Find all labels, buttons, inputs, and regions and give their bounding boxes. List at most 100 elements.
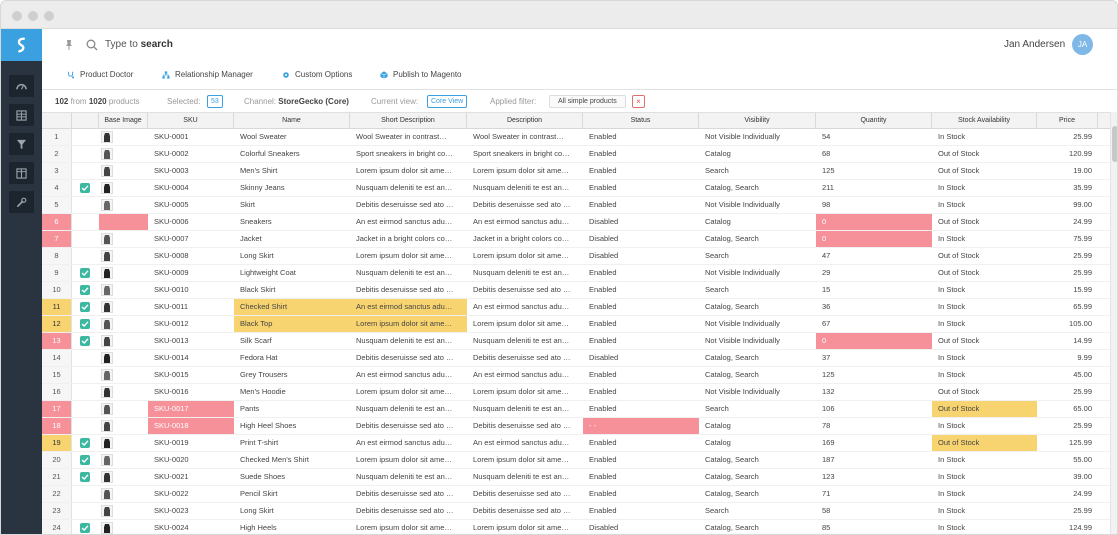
- stock-cell[interactable]: Out of Stock: [932, 214, 1037, 230]
- desc-cell[interactable]: Nusquam deleniti te est an…: [467, 469, 583, 485]
- vis-cell[interactable]: Search: [699, 282, 816, 298]
- column-header-stock[interactable]: Stock Availability: [932, 113, 1037, 129]
- channel-info[interactable]: Channel: StoreGecko (Core): [244, 97, 349, 106]
- vis-cell[interactable]: Catalog, Search: [699, 367, 816, 383]
- qty-cell[interactable]: 98: [816, 197, 932, 213]
- desc-cell[interactable]: Debitis deseruisse sed ato …: [467, 418, 583, 434]
- vis-cell[interactable]: Search: [699, 163, 816, 179]
- price-cell[interactable]: 14.99: [1037, 333, 1098, 349]
- rail-grid-button[interactable]: [9, 104, 34, 126]
- desc-cell[interactable]: Debitis deseruisse sed ato …: [467, 282, 583, 298]
- status-cell[interactable]: Enabled: [583, 146, 699, 162]
- sku-cell[interactable]: SKU-0004: [148, 180, 234, 196]
- table-row[interactable]: 17 SKU-0017 Pants Nusquam deleniti te est a…: [42, 401, 1110, 418]
- price-cell[interactable]: 99.00: [1037, 197, 1098, 213]
- vis-cell[interactable]: Not Visible Individually: [699, 265, 816, 281]
- short-cell[interactable]: Nusquam deleniti te est an…: [350, 401, 467, 417]
- short-cell[interactable]: Debitis deseruisse sed ato …: [350, 282, 467, 298]
- qty-cell[interactable]: 125: [816, 163, 932, 179]
- name-cell[interactable]: Colorful Sneakers: [234, 146, 350, 162]
- qty-cell[interactable]: 0: [816, 231, 932, 247]
- qty-cell[interactable]: 37: [816, 350, 932, 366]
- status-cell[interactable]: Enabled: [583, 435, 699, 451]
- vis-cell[interactable]: Not Visible Individually: [699, 316, 816, 332]
- desc-cell[interactable]: Debitis deseruisse sed ato …: [467, 350, 583, 366]
- base-image-cell[interactable]: [99, 503, 148, 519]
- status-cell[interactable]: Enabled: [583, 197, 699, 213]
- status-cell[interactable]: Disabled: [583, 231, 699, 247]
- sku-cell[interactable]: SKU-0013: [148, 333, 234, 349]
- short-cell[interactable]: Debitis deseruisse sed ato …: [350, 197, 467, 213]
- stock-cell[interactable]: Out of Stock: [932, 248, 1037, 264]
- vis-cell[interactable]: Search: [699, 248, 816, 264]
- table-row[interactable]: 20 SKU-0020 Checked Men's Shirt Lorem ipsum…: [42, 452, 1110, 469]
- vis-cell[interactable]: Catalog, Search: [699, 520, 816, 534]
- row-number[interactable]: 16: [42, 384, 72, 400]
- price-cell[interactable]: 105.00: [1037, 316, 1098, 332]
- qty-cell[interactable]: 106: [816, 401, 932, 417]
- name-cell[interactable]: Checked Men's Shirt: [234, 452, 350, 468]
- sku-cell[interactable]: SKU-0017: [148, 401, 234, 417]
- short-cell[interactable]: An est eirmod sanctus adu…: [350, 367, 467, 383]
- desc-cell[interactable]: An est eirmod sanctus adu…: [467, 214, 583, 230]
- qty-cell[interactable]: 71: [816, 486, 932, 502]
- column-header-desc[interactable]: Description: [467, 113, 583, 129]
- name-cell[interactable]: Sneakers: [234, 214, 350, 230]
- stock-cell[interactable]: In Stock: [932, 316, 1037, 332]
- vis-cell[interactable]: Catalog, Search: [699, 469, 816, 485]
- base-image-cell[interactable]: [99, 486, 148, 502]
- price-cell[interactable]: 25.99: [1037, 265, 1098, 281]
- row-number[interactable]: 1: [42, 129, 72, 145]
- table-row[interactable]: 6 SKU-0006 Sneakers An est eirmod sanctus a…: [42, 214, 1110, 231]
- row-number[interactable]: 20: [42, 452, 72, 468]
- sku-cell[interactable]: SKU-0005: [148, 197, 234, 213]
- desc-cell[interactable]: Debitis deseruisse sed ato …: [467, 486, 583, 502]
- qty-cell[interactable]: 54: [816, 129, 932, 145]
- short-cell[interactable]: An est eirmod sanctus adu…: [350, 214, 467, 230]
- row-number[interactable]: 10: [42, 282, 72, 298]
- sku-cell[interactable]: SKU-0009: [148, 265, 234, 281]
- sku-cell[interactable]: SKU-0019: [148, 435, 234, 451]
- table-row[interactable]: 21 SKU-0021 Suede Shoes Nusquam deleniti te…: [42, 469, 1110, 486]
- row-number[interactable]: 17: [42, 401, 72, 417]
- price-cell[interactable]: 25.99: [1037, 384, 1098, 400]
- name-cell[interactable]: Pants: [234, 401, 350, 417]
- price-cell[interactable]: 55.00: [1037, 452, 1098, 468]
- column-header-sku[interactable]: SKU: [148, 113, 234, 129]
- row-number[interactable]: 4: [42, 180, 72, 196]
- stock-cell[interactable]: In Stock: [932, 503, 1037, 519]
- short-cell[interactable]: Debitis deseruisse sed ato …: [350, 418, 467, 434]
- short-cell[interactable]: Nusquam deleniti te est an…: [350, 180, 467, 196]
- scrollbar-thumb[interactable]: [1112, 126, 1117, 162]
- short-cell[interactable]: Lorem ipsum dolor sit ame…: [350, 248, 467, 264]
- name-cell[interactable]: Suede Shoes: [234, 469, 350, 485]
- status-cell[interactable]: Enabled: [583, 316, 699, 332]
- column-header-name[interactable]: Name: [234, 113, 350, 129]
- status-cell[interactable]: Enabled: [583, 180, 699, 196]
- status-cell[interactable]: - -: [583, 418, 699, 434]
- qty-cell[interactable]: 78: [816, 418, 932, 434]
- short-cell[interactable]: An est eirmod sanctus adu…: [350, 435, 467, 451]
- table-row[interactable]: 19 SKU-0019 Print T-shirt An est eirmod san…: [42, 435, 1110, 452]
- desc-cell[interactable]: Lorem ipsum dolor sit ame…: [467, 384, 583, 400]
- short-cell[interactable]: Lorem ipsum dolor sit ame…: [350, 520, 467, 534]
- base-image-cell[interactable]: [99, 401, 148, 417]
- vis-cell[interactable]: Search: [699, 401, 816, 417]
- stock-cell[interactable]: In Stock: [932, 282, 1037, 298]
- short-cell[interactable]: Nusquam deleniti te est an…: [350, 265, 467, 281]
- sku-cell[interactable]: SKU-0008: [148, 248, 234, 264]
- table-row[interactable]: 12 SKU-0012 Black Top Lorem ipsum dolor sit…: [42, 316, 1110, 333]
- name-cell[interactable]: Print T-shirt: [234, 435, 350, 451]
- qty-cell[interactable]: 211: [816, 180, 932, 196]
- table-row[interactable]: 18 SKU-0018 High Heel Shoes Debitis deserui…: [42, 418, 1110, 435]
- column-header-price[interactable]: Price: [1037, 113, 1098, 129]
- row-checkbox[interactable]: [80, 268, 90, 278]
- sku-cell[interactable]: SKU-0014: [148, 350, 234, 366]
- price-cell[interactable]: 25.99: [1037, 418, 1098, 434]
- base-image-cell[interactable]: [99, 333, 148, 349]
- short-cell[interactable]: Lorem ipsum dolor sit ame…: [350, 384, 467, 400]
- qty-cell[interactable]: 47: [816, 248, 932, 264]
- short-cell[interactable]: Lorem ipsum dolor sit ame…: [350, 163, 467, 179]
- qty-cell[interactable]: 68: [816, 146, 932, 162]
- base-image-cell[interactable]: [99, 520, 148, 534]
